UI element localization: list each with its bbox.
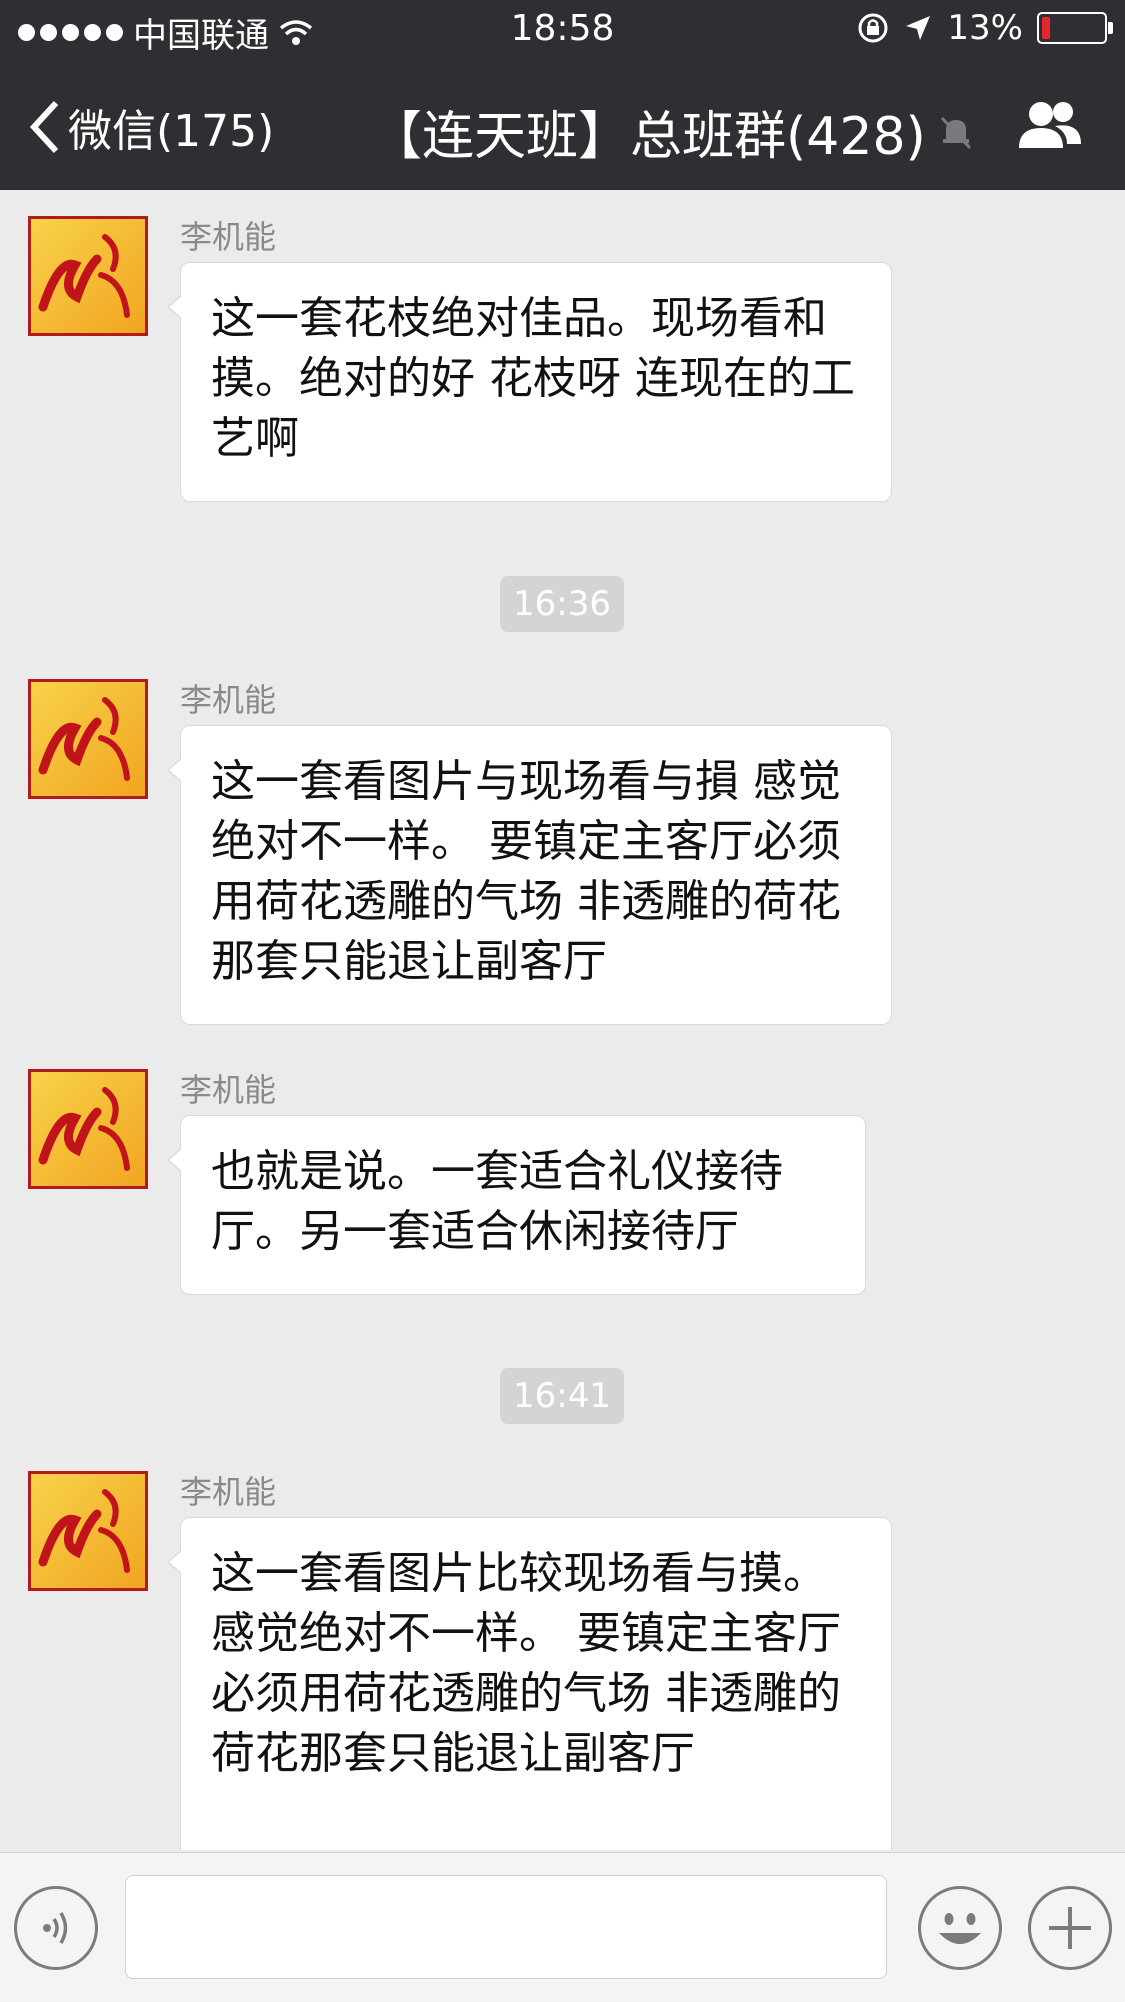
plus-icon xyxy=(1049,1907,1091,1949)
location-arrow-icon xyxy=(906,16,931,40)
nav-bar: 微信(175) 【连天班】总班群(428) xyxy=(0,60,1125,190)
group-members-icon xyxy=(1019,102,1081,148)
chat-title: 【连天班】总班群(428) xyxy=(370,94,976,169)
lock-rotation-icon xyxy=(858,13,888,43)
back-button[interactable]: 微信(175) xyxy=(28,95,274,159)
sender-name: 李机能 xyxy=(180,218,277,256)
input-bar xyxy=(0,1852,1125,2002)
status-bar: 中国联通 18:58 13% xyxy=(0,0,1125,60)
top-bar: 中国联通 18:58 13% 微信(175) 【连天班】总班群(428) xyxy=(0,0,1125,190)
avatar-calligraphy-image xyxy=(38,1489,130,1573)
back-label: 微信(175) xyxy=(68,106,275,157)
timestamp-chip: 16:41 xyxy=(500,1368,624,1424)
voice-button[interactable] xyxy=(14,1886,98,1970)
emoji-icon xyxy=(939,1913,981,1944)
more-button[interactable] xyxy=(1028,1886,1112,1970)
message-input[interactable] xyxy=(125,1875,887,1979)
message-bubble[interactable]: 这一套看图片与现场看与損 感觉绝对不一样。 要镇定主客厅必须用荷花透雕的气场 非… xyxy=(167,725,892,1025)
avatar[interactable] xyxy=(28,216,148,336)
battery-icon xyxy=(1037,12,1113,44)
avatar-calligraphy-image xyxy=(38,697,130,781)
chat-list[interactable]: 李机能 这一套花枝绝对佳品。现场看和摸。绝对的好 花枝呀 连现在的工艺啊 16:… xyxy=(0,190,1125,1850)
sender-name: 李机能 xyxy=(180,681,277,719)
message-bubble[interactable]: 也就是说。一套适合礼仪接待厅。另一套适合休闲接待厅 xyxy=(167,1115,866,1295)
status-right: 13% xyxy=(857,8,1113,48)
timestamp-chip: 16:36 xyxy=(500,576,624,632)
battery-level-fill xyxy=(1042,17,1050,39)
group-members-button[interactable] xyxy=(1015,98,1085,154)
avatar[interactable] xyxy=(28,679,148,799)
avatar-calligraphy-image xyxy=(38,1087,130,1171)
avatar[interactable] xyxy=(28,1069,148,1189)
sender-name: 李机能 xyxy=(180,1473,277,1511)
battery-percent: 13% xyxy=(947,8,1023,48)
avatar[interactable] xyxy=(28,1471,148,1591)
sender-name: 李机能 xyxy=(180,1071,277,1109)
back-chevron-icon xyxy=(29,100,59,154)
avatar-calligraphy-image xyxy=(38,234,130,318)
chat-title-text: 【连天班】总班群(428) xyxy=(370,107,926,167)
message-bubble[interactable]: 这一套花枝绝对佳品。现场看和摸。绝对的好 花枝呀 连现在的工艺啊 xyxy=(167,262,892,502)
message-bubble[interactable]: 这一套看图片比较现场看与摸。感觉绝对不一样。 要镇定主客厅必须用荷花透雕的气场 … xyxy=(167,1517,892,1850)
emoji-button[interactable] xyxy=(918,1886,1002,1970)
voice-icon xyxy=(43,1912,68,1944)
mute-bell-icon xyxy=(940,116,971,149)
